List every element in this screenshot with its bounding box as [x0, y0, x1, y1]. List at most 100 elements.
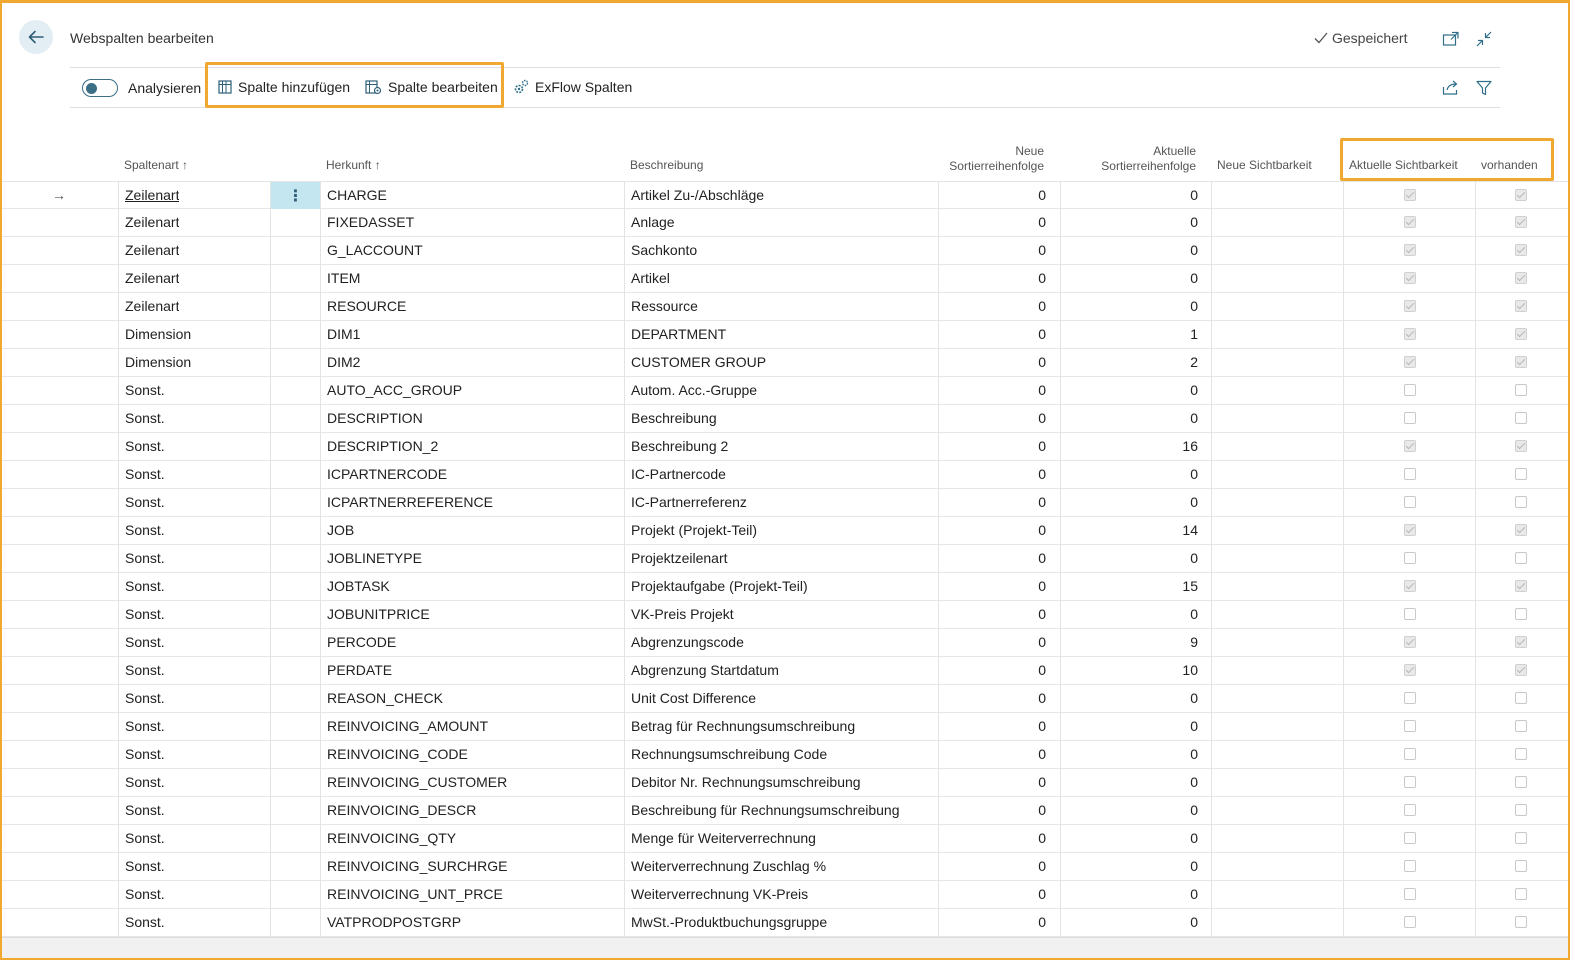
checkbox-aktuelle-sichtbarkeit[interactable] — [1404, 692, 1416, 704]
cell-herkunft[interactable]: ICPARTNERCODE — [327, 461, 447, 488]
table-row[interactable]: Sonst. JOBLINETYPE Projektzeilenart 0 0 — [0, 545, 1568, 573]
checkbox-aktuelle-sichtbarkeit[interactable] — [1404, 860, 1416, 872]
cell-spaltenart[interactable]: Sonst. — [125, 797, 165, 824]
analyze-toggle[interactable]: Analysieren — [82, 79, 201, 97]
cell-aktuelle-sortierreihenfolge[interactable]: 0 — [1062, 685, 1198, 712]
checkbox-vorhanden[interactable] — [1515, 300, 1527, 312]
cell-herkunft[interactable]: REINVOICING_DESCR — [327, 797, 476, 824]
cell-neue-sortierreihenfolge[interactable]: 0 — [940, 685, 1046, 712]
cell-herkunft[interactable]: DIM2 — [327, 349, 360, 376]
checkbox-aktuelle-sichtbarkeit[interactable] — [1404, 440, 1416, 452]
table-row[interactable]: Zeilenart FIXEDASSET Anlage 0 0 — [0, 209, 1568, 237]
cell-beschreibung[interactable]: Beschreibung 2 — [631, 433, 728, 460]
cell-spaltenart[interactable]: Zeilenart — [125, 209, 179, 236]
cell-herkunft[interactable]: DIM1 — [327, 321, 360, 348]
cell-neue-sortierreihenfolge[interactable]: 0 — [940, 573, 1046, 600]
cell-herkunft[interactable]: JOBLINETYPE — [327, 545, 422, 572]
checkbox-vorhanden[interactable] — [1515, 440, 1527, 452]
cell-neue-sortierreihenfolge[interactable]: 0 — [940, 601, 1046, 628]
cell-spaltenart[interactable]: Sonst. — [125, 713, 165, 740]
cell-herkunft[interactable]: CHARGE — [327, 182, 387, 209]
checkbox-aktuelle-sichtbarkeit[interactable] — [1404, 888, 1416, 900]
cell-aktuelle-sortierreihenfolge[interactable]: 0 — [1062, 265, 1198, 292]
checkbox-aktuelle-sichtbarkeit[interactable] — [1404, 664, 1416, 676]
checkbox-vorhanden[interactable] — [1515, 412, 1527, 424]
cell-aktuelle-sortierreihenfolge[interactable]: 0 — [1062, 853, 1198, 880]
cell-herkunft[interactable]: RESOURCE — [327, 293, 406, 320]
cell-spaltenart[interactable]: Sonst. — [125, 853, 165, 880]
checkbox-aktuelle-sichtbarkeit[interactable] — [1404, 580, 1416, 592]
cell-herkunft[interactable]: ICPARTNERREFERENCE — [327, 489, 493, 516]
cell-neue-sortierreihenfolge[interactable]: 0 — [940, 797, 1046, 824]
col-header-aktuelle-sichtbarkeit[interactable]: Aktuelle Sichtbarkeit — [1349, 158, 1458, 173]
table-row[interactable]: Dimension DIM2 CUSTOMER GROUP 0 2 — [0, 349, 1568, 377]
edit-column-button[interactable]: Spalte bearbeiten — [365, 79, 498, 95]
table-row[interactable]: Sonst. JOBUNITPRICE VK-Preis Projekt 0 0 — [0, 601, 1568, 629]
cell-aktuelle-sortierreihenfolge[interactable]: 0 — [1062, 209, 1198, 236]
cell-herkunft[interactable]: VATPRODPOSTGRP — [327, 909, 461, 936]
table-row[interactable]: Sonst. REINVOICING_CODE Rechnungsumschreib… — [0, 741, 1568, 769]
cell-beschreibung[interactable]: Artikel Zu-/Abschläge — [631, 182, 764, 209]
cell-beschreibung[interactable]: IC-Partnercode — [631, 461, 726, 488]
col-header-beschreibung[interactable]: Beschreibung — [630, 158, 703, 173]
cell-neue-sortierreihenfolge[interactable]: 0 — [940, 517, 1046, 544]
checkbox-vorhanden[interactable] — [1515, 580, 1527, 592]
cell-spaltenart[interactable]: Dimension — [125, 349, 191, 376]
checkbox-aktuelle-sichtbarkeit[interactable] — [1404, 804, 1416, 816]
cell-beschreibung[interactable]: Artikel — [631, 265, 670, 292]
cell-neue-sortierreihenfolge[interactable]: 0 — [940, 657, 1046, 684]
table-row[interactable]: Sonst. JOBTASK Projektaufgabe (Projekt-Tei… — [0, 573, 1568, 601]
cell-spaltenart[interactable]: Zeilenart — [125, 293, 179, 320]
cell-aktuelle-sortierreihenfolge[interactable]: 0 — [1062, 545, 1198, 572]
cell-spaltenart[interactable]: Dimension — [125, 321, 191, 348]
cell-aktuelle-sortierreihenfolge[interactable]: 14 — [1062, 517, 1198, 544]
cell-beschreibung[interactable]: Menge für Weiterverrechnung — [631, 825, 816, 852]
toggle-switch[interactable] — [82, 79, 118, 97]
checkbox-vorhanden[interactable] — [1515, 216, 1527, 228]
cell-aktuelle-sortierreihenfolge[interactable]: 16 — [1062, 433, 1198, 460]
col-header-herkunft[interactable]: Herkunft ↑ — [326, 158, 381, 173]
checkbox-vorhanden[interactable] — [1515, 608, 1527, 620]
cell-neue-sortierreihenfolge[interactable]: 0 — [940, 349, 1046, 376]
checkbox-vorhanden[interactable] — [1515, 468, 1527, 480]
cell-beschreibung[interactable]: Unit Cost Difference — [631, 685, 756, 712]
cell-herkunft[interactable]: JOBUNITPRICE — [327, 601, 430, 628]
cell-aktuelle-sortierreihenfolge[interactable]: 0 — [1062, 797, 1198, 824]
cell-beschreibung[interactable]: Weiterverrechnung Zuschlag % — [631, 853, 826, 880]
col-header-spaltenart[interactable]: Spaltenart ↑ — [124, 158, 188, 173]
checkbox-vorhanden[interactable] — [1515, 832, 1527, 844]
col-header-vorhanden[interactable]: vorhanden — [1481, 158, 1538, 173]
cell-herkunft[interactable]: REINVOICING_QTY — [327, 825, 456, 852]
table-row[interactable]: Sonst. ICPARTNERCODE IC-Partnercode 0 0 — [0, 461, 1568, 489]
cell-beschreibung[interactable]: Abgrenzungscode — [631, 629, 744, 656]
cell-herkunft[interactable]: DESCRIPTION_2 — [327, 433, 438, 460]
cell-herkunft[interactable]: JOBTASK — [327, 573, 390, 600]
cell-spaltenart[interactable]: Sonst. — [125, 489, 165, 516]
cell-aktuelle-sortierreihenfolge[interactable]: 0 — [1062, 237, 1198, 264]
cell-aktuelle-sortierreihenfolge[interactable]: 2 — [1062, 349, 1198, 376]
cell-spaltenart[interactable]: Sonst. — [125, 909, 165, 936]
checkbox-vorhanden[interactable] — [1515, 748, 1527, 760]
cell-herkunft[interactable]: G_LACCOUNT — [327, 237, 423, 264]
cell-neue-sortierreihenfolge[interactable]: 0 — [940, 433, 1046, 460]
cell-aktuelle-sortierreihenfolge[interactable]: 0 — [1062, 601, 1198, 628]
cell-neue-sortierreihenfolge[interactable]: 0 — [940, 881, 1046, 908]
table-row[interactable]: Zeilenart ITEM Artikel 0 0 — [0, 265, 1568, 293]
checkbox-aktuelle-sichtbarkeit[interactable] — [1404, 384, 1416, 396]
checkbox-vorhanden[interactable] — [1515, 860, 1527, 872]
cell-spaltenart[interactable]: Sonst. — [125, 629, 165, 656]
cell-beschreibung[interactable]: Abgrenzung Startdatum — [631, 657, 779, 684]
cell-neue-sortierreihenfolge[interactable]: 0 — [940, 741, 1046, 768]
table-row[interactable]: Sonst. PERDATE Abgrenzung Startdatum 0 10 — [0, 657, 1568, 685]
table-row[interactable]: Sonst. VATPRODPOSTGRP MwSt.-Produktbuchung… — [0, 909, 1568, 937]
checkbox-aktuelle-sichtbarkeit[interactable] — [1404, 748, 1416, 760]
cell-herkunft[interactable]: REINVOICING_CUSTOMER — [327, 769, 507, 796]
cell-beschreibung[interactable]: Rechnungsumschreibung Code — [631, 741, 827, 768]
table-row[interactable]: Zeilenart RESOURCE Ressource 0 0 — [0, 293, 1568, 321]
checkbox-vorhanden[interactable] — [1515, 189, 1527, 201]
cell-spaltenart[interactable]: Sonst. — [125, 685, 165, 712]
cell-beschreibung[interactable]: Debitor Nr. Rechnungsumschreibung — [631, 769, 861, 796]
checkbox-aktuelle-sichtbarkeit[interactable] — [1404, 328, 1416, 340]
cell-beschreibung[interactable]: CUSTOMER GROUP — [631, 349, 766, 376]
cell-neue-sortierreihenfolge[interactable]: 0 — [940, 265, 1046, 292]
